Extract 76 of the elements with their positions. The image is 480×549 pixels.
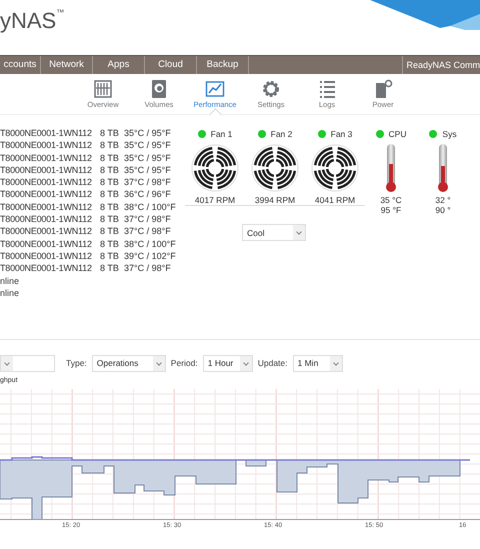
disk-model: T8000NE0001-1WN112: [0, 188, 93, 201]
sensor-name: CPU: [388, 129, 406, 139]
temperature-reading: 90 °: [435, 205, 451, 215]
power-icon: [373, 79, 393, 99]
disk-size: 8 TB: [100, 176, 120, 188]
volumes-icon: [149, 79, 169, 99]
disk-model: T8000NE0001-1WN112: [0, 176, 93, 188]
fan-name: Fan 2: [270, 129, 292, 139]
fan-icon: [311, 144, 359, 192]
disk-temperature: 35°C / 95°F: [124, 152, 171, 164]
status-text: nline: [0, 286, 20, 300]
fan-speed: 4041 RPM: [314, 195, 356, 205]
disk-model: T8000NE0001-1WN112: [0, 250, 93, 262]
disk-size: 8 TB: [100, 213, 120, 226]
disk-size: 8 TB: [100, 164, 120, 176]
disk-temperature: 38°C / 100°F: [124, 238, 176, 250]
disk-size: 8 TB: [100, 225, 120, 238]
performance-icon: [205, 79, 225, 99]
fan-speed: 4017 RPM: [194, 195, 236, 205]
dropdown[interactable]: 1 Min: [292, 354, 343, 372]
disk-model: T8000NE0001-1WN112: [0, 127, 93, 140]
disk-temperature: 38°C / 100°F: [124, 200, 176, 214]
disk-model: T8000NE0001-1WN112: [0, 139, 93, 152]
fan-icon: [251, 144, 299, 192]
disk-size: 8 TB: [100, 188, 120, 201]
status-text: nline: [0, 274, 20, 287]
disk-temperature: 35°C / 95°F: [124, 127, 171, 140]
disk-size: 8 TB: [100, 139, 120, 152]
disk-model: T8000NE0001-1WN112: [0, 200, 93, 214]
nav-tab[interactable]: Cloud: [145, 56, 197, 74]
nav-tab[interactable]: ReadyNAS Comm: [402, 56, 480, 74]
disk-temperature: 39°C / 102°F: [124, 250, 176, 262]
dropdown[interactable]: Operations: [92, 354, 166, 372]
fan-icon: [191, 144, 239, 192]
logo-text: yNAS$^{™}$: [0, 8, 64, 34]
fan-speed: 3994 RPM: [254, 195, 296, 205]
temperature-reading: 95 °F: [380, 205, 402, 215]
dropdown[interactable]: [0, 354, 55, 372]
temperature-reading: 32 °: [435, 195, 451, 205]
disk-size: 8 TB: [100, 127, 120, 140]
control-label: Type:: [66, 358, 87, 368]
fan-name: Fan 3: [330, 129, 352, 139]
disk-size: 8 TB: [100, 200, 120, 214]
disk-model: T8000NE0001-1WN112: [0, 225, 93, 238]
disk-temperature: 37°C / 98°F: [124, 262, 171, 275]
control-label: Period:: [170, 358, 198, 368]
disk-model: T8000NE0001-1WN112: [0, 213, 93, 226]
thermometer-icon: [438, 144, 448, 192]
overview-icon: [93, 79, 113, 99]
dropdown[interactable]: 1 Hour: [202, 354, 253, 372]
logs-icon: [317, 79, 337, 99]
nav-tab[interactable]: Apps: [93, 56, 145, 74]
disk-size: 8 TB: [100, 152, 120, 164]
fan-mode-dropdown[interactable]: Cool: [242, 224, 306, 241]
fan-name: Fan 1: [210, 129, 232, 139]
nav-tab[interactable]: ccounts: [0, 56, 41, 74]
disk-temperature: 36°C / 96°F: [124, 188, 171, 201]
thermometer-icon: [386, 144, 396, 192]
disk-temperature: 37°C / 98°F: [124, 225, 171, 238]
disk-temperature: 37°C / 98°F: [124, 176, 171, 188]
nav-tab[interactable]: Backup: [197, 56, 249, 74]
nav-tab[interactable]: Network: [41, 56, 93, 74]
disk-size: 8 TB: [100, 250, 120, 262]
disk-temperature: 35°C / 95°F: [124, 139, 171, 152]
disk-model: T8000NE0001-1WN112: [0, 238, 93, 250]
disk-model: T8000NE0001-1WN112: [0, 164, 93, 176]
disk-model: T8000NE0001-1WN112: [0, 262, 93, 275]
control-label: Update:: [258, 358, 288, 368]
settings-icon: [261, 79, 281, 99]
sensor-name: Sys: [442, 129, 457, 139]
temperature-reading: 35 °C: [380, 195, 402, 205]
disk-temperature: 37°C / 98°F: [124, 213, 171, 226]
disk-temperature: 35°C / 95°F: [124, 164, 171, 176]
disk-model: T8000NE0001-1WN112: [0, 152, 93, 164]
disk-size: 8 TB: [100, 238, 120, 250]
disk-size: 8 TB: [100, 262, 120, 275]
